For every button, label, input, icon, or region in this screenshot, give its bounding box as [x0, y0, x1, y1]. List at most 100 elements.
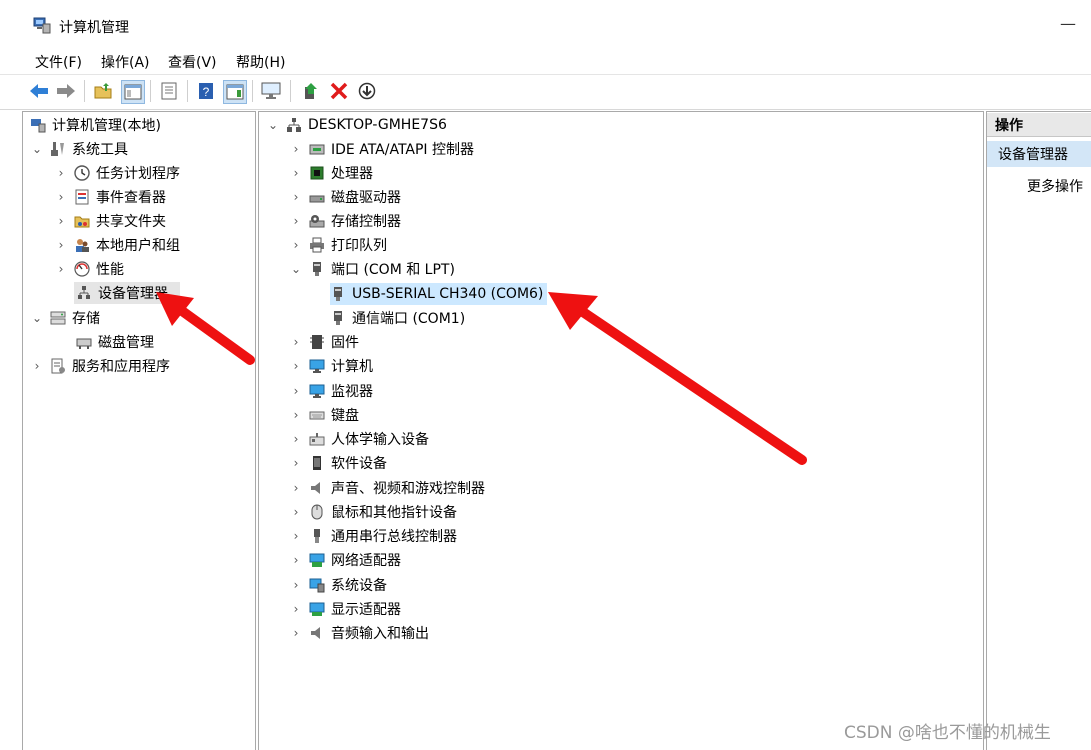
device-category[interactable]: › 处理器: [289, 162, 373, 184]
menu-file[interactable]: 文件(F): [35, 52, 82, 72]
tree-item-storage[interactable]: ⌄ 存储: [30, 307, 100, 329]
tree-item-task-scheduler[interactable]: › 任务计划程序: [54, 162, 180, 184]
tree-label: 磁盘管理: [98, 335, 154, 351]
show-tree-icon[interactable]: [121, 80, 145, 104]
device-category[interactable]: › 声音、视频和游戏控制器: [289, 477, 485, 499]
chevron-right-icon[interactable]: ›: [289, 190, 303, 204]
chevron-right-icon[interactable]: ›: [54, 214, 68, 228]
chevron-right-icon[interactable]: ›: [289, 214, 303, 228]
mouse-icon: [311, 504, 323, 520]
action-pane-icon[interactable]: [223, 80, 247, 104]
minimize-button[interactable]: —: [1060, 14, 1080, 34]
device-category-ports[interactable]: ⌄ 端口 (COM 和 LPT): [289, 258, 455, 280]
chevron-right-icon[interactable]: ›: [54, 166, 68, 180]
actions-pane: [986, 111, 1091, 750]
tree-item-event-viewer[interactable]: › 事件查看器: [54, 186, 166, 208]
device-category[interactable]: › 键盘: [289, 404, 359, 426]
tree-label: 任务计划程序: [96, 166, 180, 182]
device-item-com1[interactable]: 通信端口 (COM1): [330, 307, 465, 329]
printer-icon: [310, 237, 324, 253]
tree-item-disk-management[interactable]: 磁盘管理: [76, 331, 154, 353]
tree-item-shared-folders[interactable]: › 共享文件夹: [54, 210, 166, 232]
action-device-manager[interactable]: 设备管理器: [987, 141, 1091, 167]
chevron-right-icon[interactable]: ›: [54, 262, 68, 276]
hid-icon: [309, 433, 325, 446]
tree-label: 共享文件夹: [96, 214, 166, 230]
device-category[interactable]: › 通用串行总线控制器: [289, 525, 457, 547]
chevron-right-icon[interactable]: ›: [289, 432, 303, 446]
device-category[interactable]: › 软件设备: [289, 452, 387, 474]
title-bar: [0, 0, 1091, 46]
chevron-right-icon[interactable]: ›: [289, 359, 303, 373]
uninstall-icon[interactable]: [328, 80, 350, 102]
menu-help[interactable]: 帮助(H): [236, 52, 285, 72]
tree-label: 事件查看器: [96, 190, 166, 206]
device-category[interactable]: › 鼠标和其他指针设备: [289, 501, 457, 523]
chevron-right-icon[interactable]: ›: [289, 238, 303, 252]
menu-view[interactable]: 查看(V): [168, 52, 217, 72]
chevron-right-icon[interactable]: ›: [30, 359, 44, 373]
storage-icon: [50, 311, 66, 325]
monitor-icon[interactable]: [260, 80, 282, 102]
tree-item-services-apps[interactable]: › 服务和应用程序: [30, 355, 170, 377]
chevron-right-icon[interactable]: ›: [289, 384, 303, 398]
chevron-right-icon[interactable]: ›: [289, 553, 303, 567]
toolbar-separator: [150, 80, 151, 102]
help-icon[interactable]: ?: [195, 80, 217, 102]
chevron-right-icon[interactable]: ›: [289, 481, 303, 495]
chevron-down-icon[interactable]: ⌄: [266, 118, 280, 132]
device-item-label: 通信端口 (COM1): [352, 311, 466, 327]
chevron-right-icon[interactable]: ›: [289, 166, 303, 180]
chevron-right-icon[interactable]: ›: [289, 602, 303, 616]
annotation-arrow: [548, 292, 807, 465]
back-arrow-icon[interactable]: [28, 80, 50, 102]
chevron-right-icon[interactable]: ›: [289, 335, 303, 349]
device-category-label: 存储控制器: [331, 214, 401, 230]
device-category[interactable]: › 监视器: [289, 380, 373, 402]
download-icon[interactable]: [356, 80, 378, 102]
device-category[interactable]: › 人体学输入设备: [289, 428, 429, 450]
update-driver-icon[interactable]: [300, 80, 322, 102]
chevron-right-icon[interactable]: ›: [289, 456, 303, 470]
device-category-label: 软件设备: [331, 456, 387, 472]
forward-arrow-icon[interactable]: [55, 80, 77, 102]
chevron-right-icon[interactable]: ›: [289, 578, 303, 592]
device-category[interactable]: › 显示适配器: [289, 598, 401, 620]
more-actions-link[interactable]: 更多操作: [1027, 176, 1083, 196]
device-category[interactable]: › 音频输入和输出: [289, 622, 429, 644]
event-viewer-icon: [75, 189, 89, 205]
device-category[interactable]: › 存储控制器: [289, 210, 401, 232]
clock-icon: [74, 165, 90, 181]
chevron-right-icon[interactable]: ›: [289, 505, 303, 519]
chevron-down-icon[interactable]: ⌄: [30, 311, 44, 325]
chevron-right-icon[interactable]: ›: [289, 626, 303, 640]
device-category[interactable]: › 打印队列: [289, 234, 387, 256]
device-category-label: 处理器: [331, 166, 373, 182]
device-root[interactable]: ⌄ DESKTOP-GMHE7S6: [266, 114, 447, 136]
device-category[interactable]: › IDE ATA/ATAPI 控制器: [289, 138, 474, 160]
chevron-right-icon[interactable]: ›: [54, 190, 68, 204]
device-category[interactable]: › 系统设备: [289, 574, 387, 596]
chevron-right-icon[interactable]: ›: [289, 529, 303, 543]
up-folder-icon[interactable]: [92, 80, 114, 102]
chevron-down-icon[interactable]: ⌄: [289, 262, 303, 276]
device-category[interactable]: › 磁盘驱动器: [289, 186, 401, 208]
tree-item-system-tools[interactable]: ⌄ 系统工具: [30, 138, 128, 160]
device-category[interactable]: › 网络适配器: [289, 549, 401, 571]
device-item-usb-serial-ch340[interactable]: USB-SERIAL CH340 (COM6): [330, 283, 548, 305]
chevron-right-icon[interactable]: ›: [54, 238, 68, 252]
device-category[interactable]: › 固件: [289, 331, 359, 353]
menu-action[interactable]: 操作(A): [101, 52, 150, 72]
tree-item-performance[interactable]: › 性能: [54, 258, 124, 280]
chevron-right-icon[interactable]: ›: [289, 142, 303, 156]
device-category-label: 声音、视频和游戏控制器: [331, 481, 485, 497]
tree-item-root[interactable]: 计算机管理(本地): [30, 114, 161, 136]
watermark-text: CSDN @啥也不懂的机械生: [844, 723, 1051, 743]
tree-item-local-users[interactable]: › 本地用户和组: [54, 234, 180, 256]
chevron-right-icon[interactable]: ›: [289, 408, 303, 422]
chevron-down-icon[interactable]: ⌄: [30, 142, 44, 156]
tree-label: 存储: [72, 311, 100, 327]
export-list-icon[interactable]: [158, 80, 180, 102]
computer-management-icon: [31, 119, 46, 133]
device-category[interactable]: › 计算机: [289, 355, 373, 377]
